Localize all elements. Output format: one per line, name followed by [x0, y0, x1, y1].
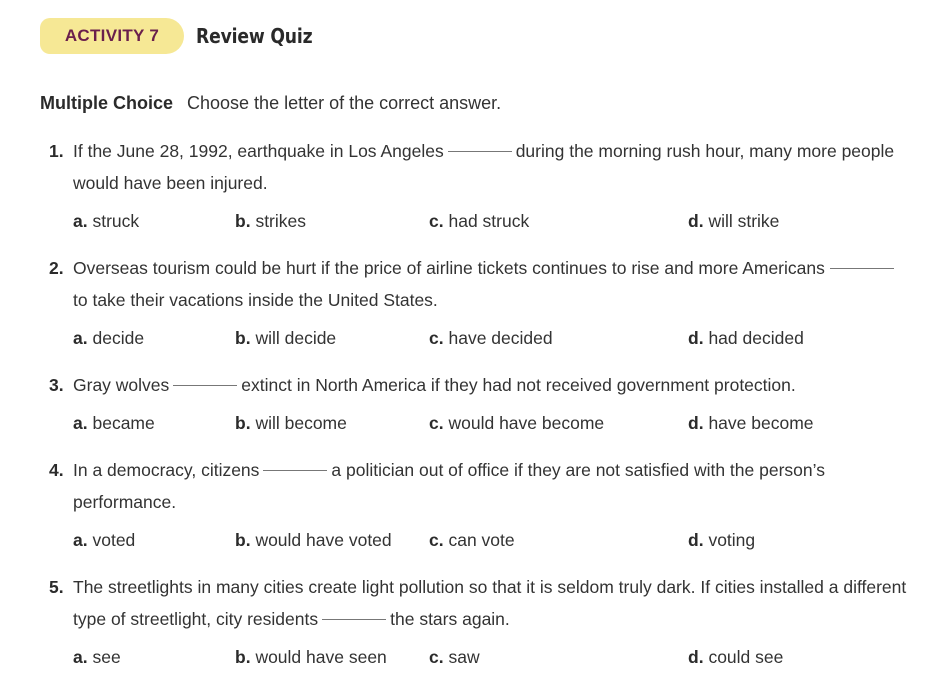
- option-c[interactable]: c. would have become: [429, 413, 604, 434]
- answer-blank: [173, 384, 238, 386]
- option-text: had struck: [448, 211, 530, 231]
- question-text: Gray wolves extinct in North America if t…: [73, 369, 909, 401]
- option-c[interactable]: c. have decided: [429, 328, 553, 349]
- option-letter: b.: [235, 211, 251, 231]
- question-1: 1. If the June 28, 1992, earthquake in L…: [49, 135, 909, 199]
- instructions: Multiple Choice Choose the letter of the …: [40, 93, 501, 114]
- option-text: could see: [708, 647, 784, 667]
- option-letter: c.: [429, 211, 444, 231]
- option-a[interactable]: a. struck: [73, 211, 139, 232]
- question-text: The streetlights in many cities create l…: [73, 571, 913, 635]
- activity-badge: ACTIVITY 7: [40, 18, 184, 54]
- question-2: 2. Overseas tourism could be hurt if the…: [49, 252, 909, 316]
- option-text: became: [92, 413, 155, 433]
- option-text: have decided: [448, 328, 553, 348]
- option-text: voted: [92, 530, 136, 550]
- option-letter: a.: [73, 647, 88, 667]
- answer-options-3: a. became b. will become c. would have b…: [73, 413, 913, 439]
- option-text: would have seen: [255, 647, 387, 667]
- option-b[interactable]: b. will decide: [235, 328, 336, 349]
- answer-options-4: a. voted b. would have voted c. can vote…: [73, 530, 913, 556]
- option-a[interactable]: a. voted: [73, 530, 135, 551]
- option-a[interactable]: a. see: [73, 647, 121, 668]
- question-number: 3.: [49, 375, 64, 395]
- option-text: decide: [92, 328, 145, 348]
- option-letter: c.: [429, 413, 444, 433]
- option-text: see: [92, 647, 121, 667]
- option-text: will become: [255, 413, 347, 433]
- question-text-before: Gray wolves: [73, 375, 170, 395]
- question-text-before: Overseas tourism could be hurt if the pr…: [73, 258, 825, 278]
- option-text: saw: [448, 647, 480, 667]
- option-letter: d.: [688, 647, 704, 667]
- instructions-text: Choose the letter of the correct answer.: [187, 93, 502, 113]
- option-text: can vote: [448, 530, 515, 550]
- option-letter: a.: [73, 413, 88, 433]
- option-d[interactable]: d. have become: [688, 413, 814, 434]
- option-text: had decided: [708, 328, 804, 348]
- answer-blank: [322, 618, 387, 620]
- question-5: 5. The streetlights in many cities creat…: [49, 571, 909, 635]
- option-letter: d.: [688, 211, 704, 231]
- option-c[interactable]: c. saw: [429, 647, 480, 668]
- answer-blank: [263, 469, 328, 471]
- option-text: would have become: [448, 413, 605, 433]
- option-d[interactable]: d. could see: [688, 647, 783, 668]
- option-b[interactable]: b. would have seen: [235, 647, 387, 668]
- option-letter: c.: [429, 530, 444, 550]
- option-c[interactable]: c. can vote: [429, 530, 515, 551]
- answer-blank: [829, 267, 894, 269]
- option-letter: a.: [73, 328, 88, 348]
- option-d[interactable]: d. voting: [688, 530, 755, 551]
- question-number: 2.: [49, 258, 64, 278]
- question-number: 4.: [49, 460, 64, 480]
- option-letter: c.: [429, 647, 444, 667]
- question-number: 5.: [49, 577, 64, 597]
- question-4: 4. In a democracy, citizens a politician …: [49, 454, 909, 518]
- question-3: 3. Gray wolves extinct in North America i…: [49, 369, 909, 401]
- option-a[interactable]: a. decide: [73, 328, 144, 349]
- option-letter: b.: [235, 530, 251, 550]
- instructions-heading: Multiple Choice: [40, 93, 174, 113]
- question-text: If the June 28, 1992, earthquake in Los …: [73, 135, 909, 199]
- option-letter: c.: [429, 328, 444, 348]
- question-text: In a democracy, citizens a politician out…: [73, 454, 903, 518]
- option-letter: b.: [235, 328, 251, 348]
- option-text: have become: [708, 413, 814, 433]
- option-text: will decide: [255, 328, 337, 348]
- option-text: voting: [708, 530, 756, 550]
- option-letter: d.: [688, 530, 704, 550]
- option-text: would have voted: [255, 530, 392, 550]
- option-letter: d.: [688, 328, 704, 348]
- option-d[interactable]: d. had decided: [688, 328, 804, 349]
- option-d[interactable]: d. will strike: [688, 211, 779, 232]
- option-a[interactable]: a. became: [73, 413, 155, 434]
- answer-options-5: a. see b. would have seen c. saw d. coul…: [73, 647, 913, 673]
- option-text: will strike: [708, 211, 780, 231]
- question-number: 1.: [49, 141, 64, 161]
- activity-header: ACTIVITY 7 Review Quiz: [40, 18, 331, 54]
- option-text: struck: [92, 211, 140, 231]
- answer-options-2: a. decide b. will decide c. have decided…: [73, 328, 913, 354]
- option-b[interactable]: b. strikes: [235, 211, 306, 232]
- question-text-before: In a democracy, citizens: [73, 460, 260, 480]
- option-b[interactable]: b. would have voted: [235, 530, 392, 551]
- option-text: strikes: [255, 211, 306, 231]
- page-title: Review Quiz: [196, 24, 313, 48]
- question-text-before: If the June 28, 1992, earthquake in Los …: [73, 141, 444, 161]
- option-letter: a.: [73, 211, 88, 231]
- option-letter: b.: [235, 647, 251, 667]
- option-b[interactable]: b. will become: [235, 413, 347, 434]
- option-letter: b.: [235, 413, 251, 433]
- option-letter: d.: [688, 413, 704, 433]
- question-text-after: to take their vacations inside the Unite…: [73, 290, 438, 310]
- question-text-after: the stars again.: [390, 609, 510, 629]
- option-letter: a.: [73, 530, 88, 550]
- option-c[interactable]: c. had struck: [429, 211, 529, 232]
- question-text: Overseas tourism could be hurt if the pr…: [73, 252, 909, 316]
- answer-options-1: a. struck b. strikes c. had struck d. wi…: [73, 211, 913, 237]
- question-text-after: extinct in North America if they had not…: [241, 375, 796, 395]
- answer-blank: [447, 150, 512, 152]
